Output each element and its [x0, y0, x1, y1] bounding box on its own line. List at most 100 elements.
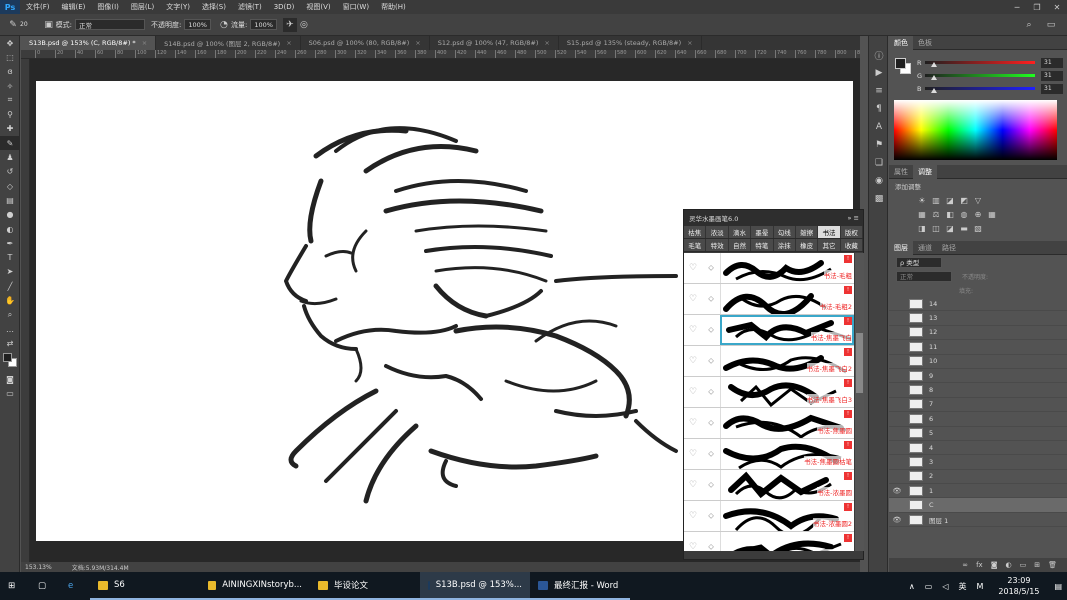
menu-filter[interactable]: 滤镜(T) — [232, 2, 268, 12]
layer-row[interactable]: C — [889, 498, 1067, 513]
hue-icon[interactable]: ▦ — [915, 210, 929, 219]
cat-tab-active[interactable]: 书法 — [818, 226, 841, 238]
menu-file[interactable]: 文件(F) — [20, 2, 56, 12]
foreground-color[interactable] — [895, 58, 906, 69]
opacity-input[interactable]: 100% — [184, 19, 211, 30]
paragraph-icon[interactable]: ¶ — [869, 100, 889, 118]
layer-row[interactable]: 8 — [889, 383, 1067, 398]
layer-row[interactable]: 👁 1 — [889, 484, 1067, 499]
menu-image[interactable]: 图像(I) — [91, 2, 125, 12]
crop-tool-icon[interactable]: ⌗ — [0, 93, 20, 107]
brush-settings-icon[interactable]: ≡ — [869, 82, 889, 100]
favorite-heart-icon[interactable]: ♡ — [684, 408, 702, 438]
balance-icon[interactable]: ⚖ — [929, 210, 943, 219]
brush-size[interactable]: 20 — [20, 21, 36, 28]
menu-edit[interactable]: 编辑(E) — [56, 2, 92, 12]
edge-icon[interactable]: e — [60, 572, 90, 600]
levels-icon[interactable]: ▥ — [929, 196, 943, 205]
cat-tab[interactable]: 自然 — [729, 239, 752, 251]
close-icon[interactable]: ✕ — [1047, 0, 1067, 14]
brush-tag-icon[interactable]: ⬦ — [702, 408, 720, 438]
mixer-icon[interactable]: ⊕ — [971, 210, 985, 219]
brush-preset-icon[interactable]: ✎ — [6, 18, 20, 32]
tab-adjustments[interactable]: 调整 — [913, 164, 937, 179]
slider-b[interactable]: B 31 — [889, 82, 1067, 95]
brush-tag-icon[interactable]: ⬦ — [702, 439, 720, 469]
type-tool-icon[interactable]: T — [0, 250, 20, 264]
menu-type[interactable]: 文字(Y) — [160, 2, 196, 12]
stamp-tool-icon[interactable]: ♟ — [0, 150, 20, 164]
minimize-icon[interactable]: ─ — [1007, 0, 1027, 14]
cat-tab[interactable]: 版权 — [841, 226, 863, 238]
brush-plugin-icon[interactable]: ▩ — [869, 190, 889, 208]
brush-panel-title[interactable]: 灵华水墨画笔6.0 » ≡ — [684, 210, 863, 226]
photo-filter-icon[interactable]: ◍ — [957, 210, 971, 219]
history-brush-icon[interactable]: ↺ — [0, 165, 20, 179]
visibility-eye-icon[interactable]: 👁 — [889, 487, 905, 495]
brush-preset-item[interactable]: ♡ ⬦! 书法-焦墨圆 — [684, 408, 854, 439]
layer-row[interactable]: 14 — [889, 297, 1067, 312]
brush-preset-item[interactable]: ♡ ⬦! 书法-毛粗2 — [684, 284, 854, 315]
g-value[interactable]: 31 — [1041, 70, 1063, 81]
cat-tab[interactable]: 皴擦 — [796, 226, 819, 238]
layer-row[interactable]: 10 — [889, 355, 1067, 369]
favorite-heart-icon[interactable]: ♡ — [684, 439, 702, 469]
dodge-tool-icon[interactable]: ◐ — [0, 222, 20, 236]
group-icon[interactable]: ▭ — [1020, 561, 1027, 569]
layer-row[interactable]: 6 — [889, 412, 1067, 427]
search-icon[interactable]: ⌕ — [1022, 18, 1036, 32]
cat-tab[interactable]: 橡皮 — [796, 239, 819, 251]
brush-preset-item[interactable]: ♡ ⬦! 书法-焦墨飞白3 — [684, 377, 854, 408]
layer-row[interactable]: 👁 图层 1 — [889, 513, 1067, 528]
brush-preset-item[interactable]: ♡ ⬦! 书法-焦墨飞白2 — [684, 346, 854, 377]
workspace-icon[interactable]: ▭ — [1044, 18, 1058, 32]
healing-tool-icon[interactable]: ✚ — [0, 122, 20, 136]
layer-row[interactable]: 13 — [889, 311, 1067, 326]
gradient-map-icon[interactable]: ▬ — [957, 224, 971, 233]
task-view-icon[interactable]: ▢ — [30, 572, 60, 600]
brush-tag-icon[interactable]: ⬦ — [702, 346, 720, 376]
layer-row[interactable]: 11 — [889, 340, 1067, 355]
lasso-tool-icon[interactable]: ɞ — [0, 65, 20, 79]
curves-icon[interactable]: ◪ — [943, 196, 957, 205]
layer-row[interactable]: 3 — [889, 455, 1067, 470]
taskbar-item-photoshop[interactable]: S13B.psd @ 153%... — [420, 572, 530, 600]
layer-kind-filter[interactable]: ρ 类型 — [896, 256, 942, 268]
layer-row[interactable]: 9 — [889, 369, 1067, 384]
color-spectrum[interactable] — [894, 100, 1057, 160]
cat-tab[interactable]: 毛笔 — [684, 239, 707, 251]
zoom-tool-icon[interactable]: ⌕ — [0, 308, 20, 322]
cat-tab[interactable]: 勾线 — [774, 226, 796, 238]
notifications-icon[interactable]: ▤ — [1049, 582, 1067, 591]
gradient-tool-icon[interactable]: ▤ — [0, 193, 20, 207]
adjust-layer-icon[interactable]: ◐ — [1006, 561, 1012, 569]
mode-dropdown[interactable]: 正常 — [75, 19, 145, 30]
taskbar-item[interactable]: 毕设论文 — [310, 572, 420, 600]
trash-icon[interactable]: 🗑 — [1048, 561, 1057, 569]
volume-icon[interactable]: ◁ — [937, 582, 953, 591]
network-icon[interactable]: ▭ — [920, 582, 938, 591]
blur-tool-icon[interactable]: ● — [0, 208, 20, 222]
zoom-level[interactable]: 153.13% — [25, 564, 52, 571]
link-layers-icon[interactable]: ∞ — [962, 561, 968, 569]
doc-tab[interactable]: S14B.psd @ 100% (图层 2, RGB/8#) × — [156, 36, 301, 50]
cat-tab[interactable]: 浓淡 — [706, 226, 729, 238]
favorite-heart-icon[interactable]: ♡ — [684, 315, 702, 345]
airbrush-icon[interactable]: ✈ — [282, 17, 297, 32]
fx-icon[interactable]: fx — [976, 561, 983, 569]
bw-icon[interactable]: ◧ — [943, 210, 957, 219]
pressure-size-icon[interactable]: ◎ — [297, 18, 311, 32]
marquee-tool-icon[interactable]: ⬚ — [0, 50, 20, 64]
doc-tab[interactable]: S13B.psd @ 153% (C, RGB/8#) * × — [21, 36, 157, 50]
menu-select[interactable]: 选择(S) — [196, 2, 232, 12]
cat-tab[interactable]: 滴水 — [729, 226, 752, 238]
favorite-heart-icon[interactable]: ♡ — [684, 501, 702, 531]
move-tool-icon[interactable]: ✥ — [0, 36, 20, 50]
layer-row[interactable]: 12 — [889, 326, 1067, 341]
brush-tag-icon[interactable]: ⬦ — [702, 253, 720, 283]
r-value[interactable]: 31 — [1041, 57, 1063, 68]
brightness-icon[interactable]: ☀ — [915, 196, 929, 205]
invert-icon[interactable]: ◨ — [915, 224, 929, 233]
brush-preset-item[interactable]: ♡ ⬦! 书法-焦墨飞白 — [684, 315, 854, 346]
favorite-heart-icon[interactable]: ♡ — [684, 284, 702, 314]
